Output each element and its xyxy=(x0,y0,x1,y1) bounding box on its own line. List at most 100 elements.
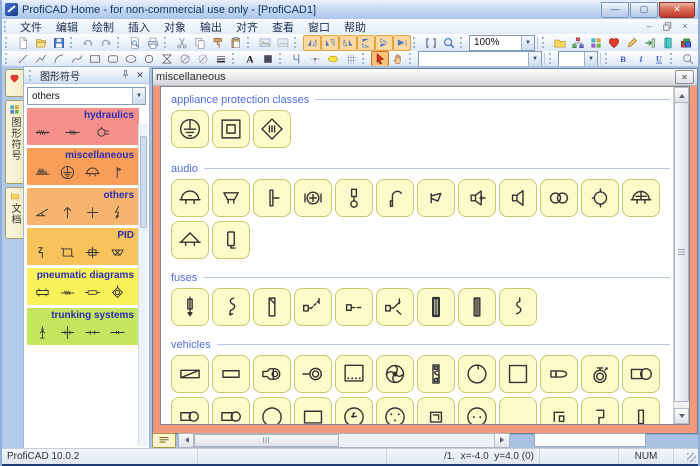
symbols-folder-icon[interactable] xyxy=(551,35,569,51)
category-PID[interactable]: PID xyxy=(27,228,139,265)
symbol-pid-funnel[interactable] xyxy=(109,244,126,261)
panel-close-icon[interactable]: ✕ xyxy=(134,70,146,81)
fit-page-icon[interactable] xyxy=(422,35,440,51)
symbol-fuse-double[interactable] xyxy=(458,288,496,326)
symbol-filter-a[interactable] xyxy=(34,124,51,141)
zoom-format-icon[interactable] xyxy=(679,51,697,67)
symbol-loudspeaker-box[interactable] xyxy=(212,179,250,217)
bezier-icon[interactable] xyxy=(68,51,86,67)
symbol-generator[interactable] xyxy=(622,355,660,393)
pan-hand-icon[interactable] xyxy=(389,51,407,67)
symbol-fuse-striker[interactable] xyxy=(212,288,250,326)
symbol-panel-box[interactable] xyxy=(294,397,332,424)
symbol-speaker[interactable] xyxy=(499,179,537,217)
symbol-pillar[interactable] xyxy=(622,397,660,424)
symbol-fuse-switch[interactable] xyxy=(376,288,414,326)
notebook-icon[interactable] xyxy=(659,35,677,51)
menu-5[interactable]: 对象 xyxy=(157,19,193,35)
panel-scrollbar[interactable] xyxy=(138,124,148,446)
symbol-pid-zigzag[interactable] xyxy=(34,244,51,261)
symbol-filter-b[interactable] xyxy=(64,124,81,141)
mirror-vertical-icon[interactable] xyxy=(393,35,411,51)
favorites-heart-icon[interactable] xyxy=(605,35,623,51)
page-list-button[interactable] xyxy=(152,433,176,448)
line-icon[interactable] xyxy=(14,51,32,67)
symbol-tachograph[interactable] xyxy=(581,355,619,393)
symbol-pneu-valve[interactable] xyxy=(84,284,101,301)
symbol-class2[interactable] xyxy=(212,110,250,148)
symbol-bracket-box[interactable] xyxy=(540,397,578,424)
window-grid-icon[interactable] xyxy=(695,35,698,51)
symbol-dashboard-panel[interactable] xyxy=(171,355,209,393)
symbols-tree-icon[interactable] xyxy=(569,35,587,51)
symbol-fuse-breaker[interactable] xyxy=(253,288,291,326)
menu-6[interactable]: 输出 xyxy=(193,19,229,35)
symbol-duct-line[interactable] xyxy=(84,324,101,341)
symbol-relay-box[interactable] xyxy=(417,397,455,424)
minimize-button[interactable]: — xyxy=(601,2,629,18)
symbol-pid-vessel[interactable] xyxy=(59,244,76,261)
mdi-close-button[interactable]: × xyxy=(678,21,692,32)
scroll-up-button[interactable] xyxy=(674,87,689,103)
symbol-l-profile[interactable] xyxy=(581,397,619,424)
symbol-mast[interactable] xyxy=(34,324,51,341)
menu-7[interactable]: 对齐 xyxy=(229,19,265,35)
symbol-fuse-bold[interactable] xyxy=(417,288,455,326)
document-titlebar[interactable]: miscellaneous ✕ xyxy=(153,69,697,86)
hatch-icon[interactable] xyxy=(342,51,360,67)
symbol-coupler-b[interactable] xyxy=(212,397,250,424)
symbol-duct-line2[interactable] xyxy=(109,324,126,341)
open-icon[interactable] xyxy=(32,35,50,51)
symbol-junction-box[interactable] xyxy=(499,355,537,393)
page-tabs-box[interactable] xyxy=(534,433,646,447)
symbol-speaker-arrow[interactable] xyxy=(458,179,496,217)
symbol-terminal-strip[interactable] xyxy=(34,164,51,181)
symbol-regulator[interactable] xyxy=(417,355,455,393)
symbol-handset[interactable] xyxy=(376,179,414,217)
solid-rectangle-icon[interactable] xyxy=(259,51,277,67)
symbol-lightning-arrow[interactable] xyxy=(109,204,126,221)
pin-icon[interactable] xyxy=(119,70,131,81)
label-ellipse-icon[interactable] xyxy=(324,51,342,67)
picture-frame-icon[interactable] xyxy=(274,35,292,51)
zoom-level-select[interactable]: 100%▼ xyxy=(469,35,535,51)
picture-icon[interactable] xyxy=(256,35,274,51)
symbol-flag[interactable] xyxy=(109,164,126,181)
category-miscellaneous[interactable]: miscellaneous xyxy=(27,148,139,185)
save-icon[interactable] xyxy=(50,35,68,51)
no-fill-icon[interactable] xyxy=(176,51,194,67)
paste-icon[interactable] xyxy=(227,35,245,51)
zoom-in-icon[interactable] xyxy=(440,35,458,51)
scroll-right-button[interactable] xyxy=(494,434,509,447)
rectangle-icon[interactable] xyxy=(86,51,104,67)
text-icon[interactable]: A xyxy=(241,51,259,67)
category-trunking-systems[interactable]: trunking systems xyxy=(27,308,139,345)
close-button[interactable]: ✕ xyxy=(659,2,695,18)
symbol-pneu-filter[interactable] xyxy=(59,284,76,301)
tab-favorites[interactable] xyxy=(5,69,23,97)
rotate-left-icon[interactable] xyxy=(303,35,321,51)
symbol-siren[interactable] xyxy=(171,221,209,259)
font-select[interactable]: ▼ xyxy=(418,51,542,67)
flip-horizontal-icon[interactable] xyxy=(321,35,339,51)
format-painter-icon[interactable] xyxy=(209,35,227,51)
cut-icon[interactable] xyxy=(173,35,191,51)
scroll-left-button[interactable] xyxy=(179,434,194,447)
flip-vertical-icon[interactable] xyxy=(357,35,375,51)
symbol-distributor[interactable] xyxy=(376,397,414,424)
category-pneumatic-diagrams[interactable]: pneumatic diagrams xyxy=(27,268,139,305)
symbol-striker[interactable] xyxy=(499,288,537,326)
symbol-telephone-receiver[interactable] xyxy=(581,179,619,217)
polygon-icon[interactable] xyxy=(158,51,176,67)
symbol-angle-arrow[interactable] xyxy=(34,204,51,221)
symbol-horn[interactable] xyxy=(417,179,455,217)
menu-4[interactable]: 插入 xyxy=(121,19,157,35)
symbol-microphone-plate[interactable] xyxy=(253,179,291,217)
undo-icon[interactable] xyxy=(79,35,97,51)
category-hydraulics[interactable]: hydraulics xyxy=(27,108,139,145)
mdi-restore-button[interactable] xyxy=(660,21,674,32)
symbol-starter-motor[interactable] xyxy=(540,355,578,393)
symbol-buzzer-cross[interactable] xyxy=(622,179,660,217)
symbols-palette-icon[interactable] xyxy=(587,35,605,51)
circle-icon[interactable] xyxy=(140,51,158,67)
